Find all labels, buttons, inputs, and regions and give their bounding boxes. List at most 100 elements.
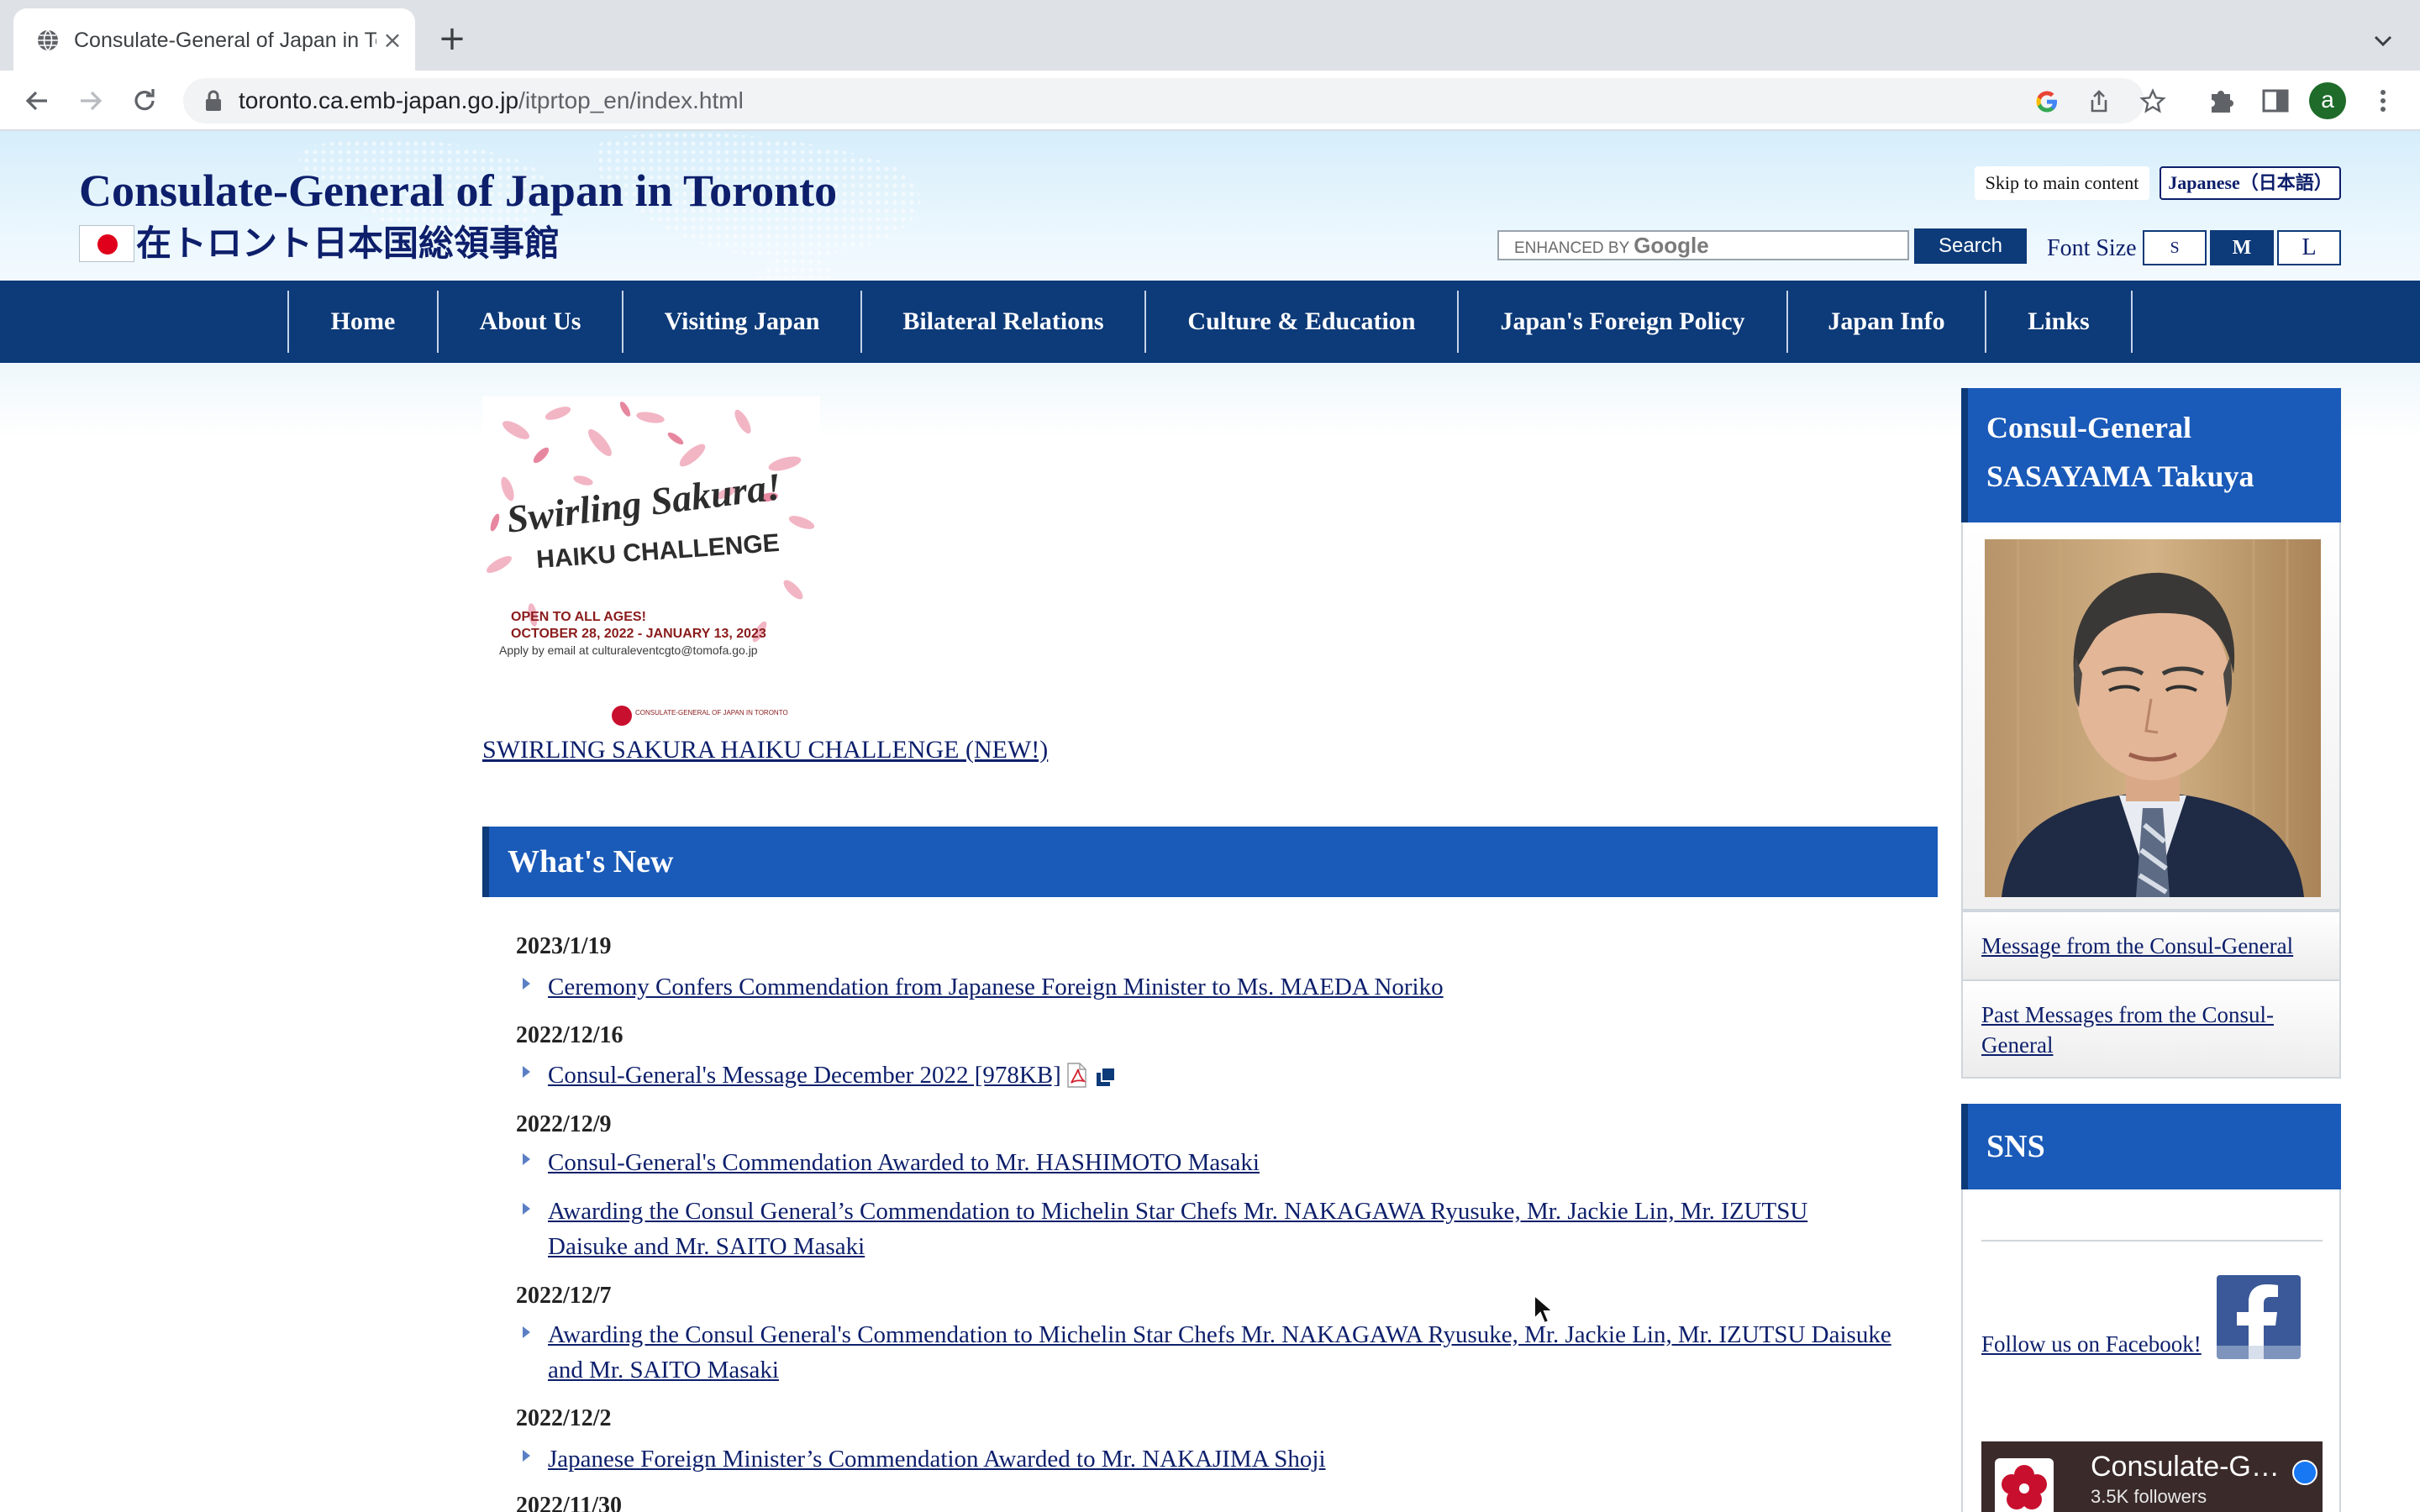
news-date: 2022/12/16 (516, 1022, 623, 1048)
banner-line-email: Apply by email at culturaleventcgto@tomo… (499, 643, 758, 657)
news-link[interactable]: Consul-General's Commendation Awarded to… (548, 1145, 1892, 1180)
consul-general-photo (1985, 539, 2321, 897)
tab-title: Consulate-General of Japan in Toronto (74, 29, 376, 52)
sns-divider (1981, 1240, 2323, 1242)
banner-logo-text: CONSULATE-GENERAL OF JAPAN IN TORONTO (635, 709, 788, 717)
site-title[interactable]: Consulate-General of Japan in Toronto (79, 163, 837, 218)
bullet-arrow-icon (523, 1066, 530, 1078)
past-messages-link-box: Past Messages from the Consul-General (1961, 979, 2341, 1079)
whats-new-heading: What's New (482, 827, 1938, 897)
main-navigation: Home About Us Visiting Japan Bilateral R… (0, 281, 2420, 363)
browser-tab-strip: Consulate-General of Japan in Toronto × … (0, 0, 2420, 71)
star-icon[interactable] (2139, 88, 2166, 115)
font-size-label: Font Size (2047, 235, 2137, 261)
nav-item-bilateral-relations[interactable]: Bilateral Relations (860, 291, 1144, 353)
reload-icon[interactable] (128, 84, 161, 118)
sns-title: SNS (1986, 1129, 2045, 1164)
bullet-arrow-icon (523, 1153, 530, 1165)
kebab-menu-icon[interactable] (2366, 84, 2400, 118)
font-size-medium-button[interactable]: M (2210, 230, 2274, 265)
external-window-icon (1096, 1067, 1116, 1086)
nav-divider (2131, 291, 2133, 353)
lock-icon[interactable] (203, 90, 224, 112)
site-search-input[interactable]: ENHANCED BY Google (1497, 230, 1909, 260)
news-link[interactable]: Awarding the Consul General's Commendati… (548, 1317, 1892, 1388)
news-date: 2023/1/19 (516, 933, 612, 959)
browser-toolbar: toronto.ca.emb-japan.go.jp/itprtop_en/in… (0, 71, 2420, 131)
sns-heading: SNS (1961, 1104, 2341, 1189)
chevron-down-icon[interactable] (2368, 25, 2398, 55)
nav-item-japan-info[interactable]: Japan Info (1786, 291, 1985, 353)
consul-general-heading: Consul-General SASAYAMA Takuya (1961, 388, 2341, 522)
consul-general-title: Consul-General (1986, 411, 2192, 444)
google-icon[interactable] (2033, 88, 2060, 115)
nav-item-culture-education[interactable]: Culture & Education (1144, 291, 1457, 353)
news-link[interactable]: Awarding the Consul General’s Commendati… (548, 1194, 1892, 1264)
consul-general-name: SASAYAMA Takuya (1986, 459, 2254, 493)
facebook-followers-count: 3.5K followers (2091, 1486, 2207, 1507)
banner-line-dates: OCTOBER 28, 2022 - JANUARY 13, 2023 (511, 627, 766, 641)
url-path: /itprtop_en/index.html (518, 87, 744, 113)
site-header: Consulate-General of Japan in Toronto 在ト… (0, 131, 2420, 281)
browser-tab-active[interactable]: Consulate-General of Japan in Toronto × (13, 8, 415, 71)
bullet-arrow-icon (523, 978, 530, 990)
forward-arrow-icon[interactable] (74, 84, 108, 118)
past-messages-link[interactable]: Past Messages from the Consul-General (1981, 1000, 2326, 1060)
bullet-arrow-icon (523, 1450, 530, 1462)
nav-item-visiting-japan[interactable]: Visiting Japan (622, 291, 860, 353)
facebook-page-widget[interactable]: Consulate-General of Japan in Toronto 3.… (1981, 1441, 2323, 1512)
language-toggle-button[interactable]: Japanese（日本語） (2160, 166, 2341, 200)
close-tab-icon[interactable]: × (378, 26, 407, 55)
font-size-large-button[interactable]: L (2277, 230, 2341, 265)
japan-flag-icon (79, 225, 134, 262)
nav-item-home[interactable]: Home (287, 291, 437, 353)
consulate-flower-logo (1995, 1458, 2054, 1512)
search-button[interactable]: Search (1914, 228, 2027, 264)
search-placeholder-brand: Google (1634, 233, 1709, 258)
facebook-follow-link[interactable]: Follow us on Facebook! (1981, 1329, 2202, 1359)
sns-box: Follow us on Facebook! Consulate-General… (1961, 1189, 2341, 1512)
news-link[interactable]: Consul-General's Message December 2022 [… (548, 1062, 1061, 1089)
share-icon[interactable] (2086, 88, 2112, 115)
haiku-challenge-link[interactable]: SWIRLING SAKURA HAIKU CHALLENGE (NEW!) (482, 734, 1048, 766)
search-placeholder: ENHANCED BY Google (1514, 232, 1709, 259)
flag-sun (97, 234, 118, 255)
news-date: 2022/12/9 (516, 1111, 612, 1137)
nav-item-about-us[interactable]: About Us (437, 291, 622, 353)
facebook-icon[interactable] (2217, 1275, 2301, 1359)
search-placeholder-prefix: ENHANCED BY (1514, 239, 1629, 257)
bullet-arrow-icon (523, 1203, 530, 1215)
bullet-arrow-icon (523, 1326, 530, 1338)
facebook-f-glyph (2217, 1284, 2301, 1359)
new-tab-icon[interactable]: + (435, 22, 469, 55)
facebook-page-name: Consulate-General of Japan in Toronto (2091, 1451, 2284, 1483)
news-link[interactable]: Japanese Foreign Minister’s Commendation… (548, 1441, 1892, 1477)
pdf-icon (1067, 1063, 1086, 1088)
globe-icon (38, 29, 58, 51)
banner-line-ages: OPEN TO ALL AGES! (511, 610, 646, 624)
nav-item-foreign-policy[interactable]: Japan's Foreign Policy (1457, 291, 1786, 353)
site-title-japanese[interactable]: 在トロント日本国総領事館 (136, 220, 560, 267)
flower-icon (2002, 1465, 2047, 1509)
news-date: 2022/12/7 (516, 1283, 612, 1309)
haiku-challenge-banner[interactable]: Swirling Sakura! HAIKU CHALLENGE OPEN TO… (482, 396, 820, 729)
news-date: 2022/12/2 (516, 1405, 612, 1431)
consul-general-photo-box (1961, 522, 2341, 911)
address-bar[interactable]: toronto.ca.emb-japan.go.jp/itprtop_en/in… (183, 78, 2166, 123)
puzzle-icon[interactable] (2205, 84, 2238, 118)
nav-item-links[interactable]: Links (1985, 291, 2131, 353)
news-date: 2022/11/30 (516, 1493, 623, 1512)
mouse-pointer-icon (1534, 1294, 1555, 1325)
consulate-logo-icon (612, 706, 632, 726)
message-from-consul-general-link[interactable]: Message from the Consul-General (1981, 931, 2326, 961)
message-link-box: Message from the Consul-General (1961, 911, 2341, 981)
news-link-item[interactable]: Consul-General's Message December 2022 [… (548, 1058, 1892, 1093)
side-panel-icon[interactable] (2259, 84, 2292, 118)
news-link[interactable]: Ceremony Confers Commendation from Japan… (548, 969, 1892, 1005)
profile-avatar[interactable]: a (2309, 82, 2346, 119)
url-text[interactable]: toronto.ca.emb-japan.go.jp/itprtop_en/in… (239, 85, 744, 117)
back-arrow-icon[interactable] (20, 84, 54, 118)
whats-new-title: What's New (508, 844, 674, 879)
font-size-small-button[interactable]: S (2143, 230, 2207, 265)
skip-to-content-link[interactable]: Skip to main content (1975, 166, 2149, 200)
